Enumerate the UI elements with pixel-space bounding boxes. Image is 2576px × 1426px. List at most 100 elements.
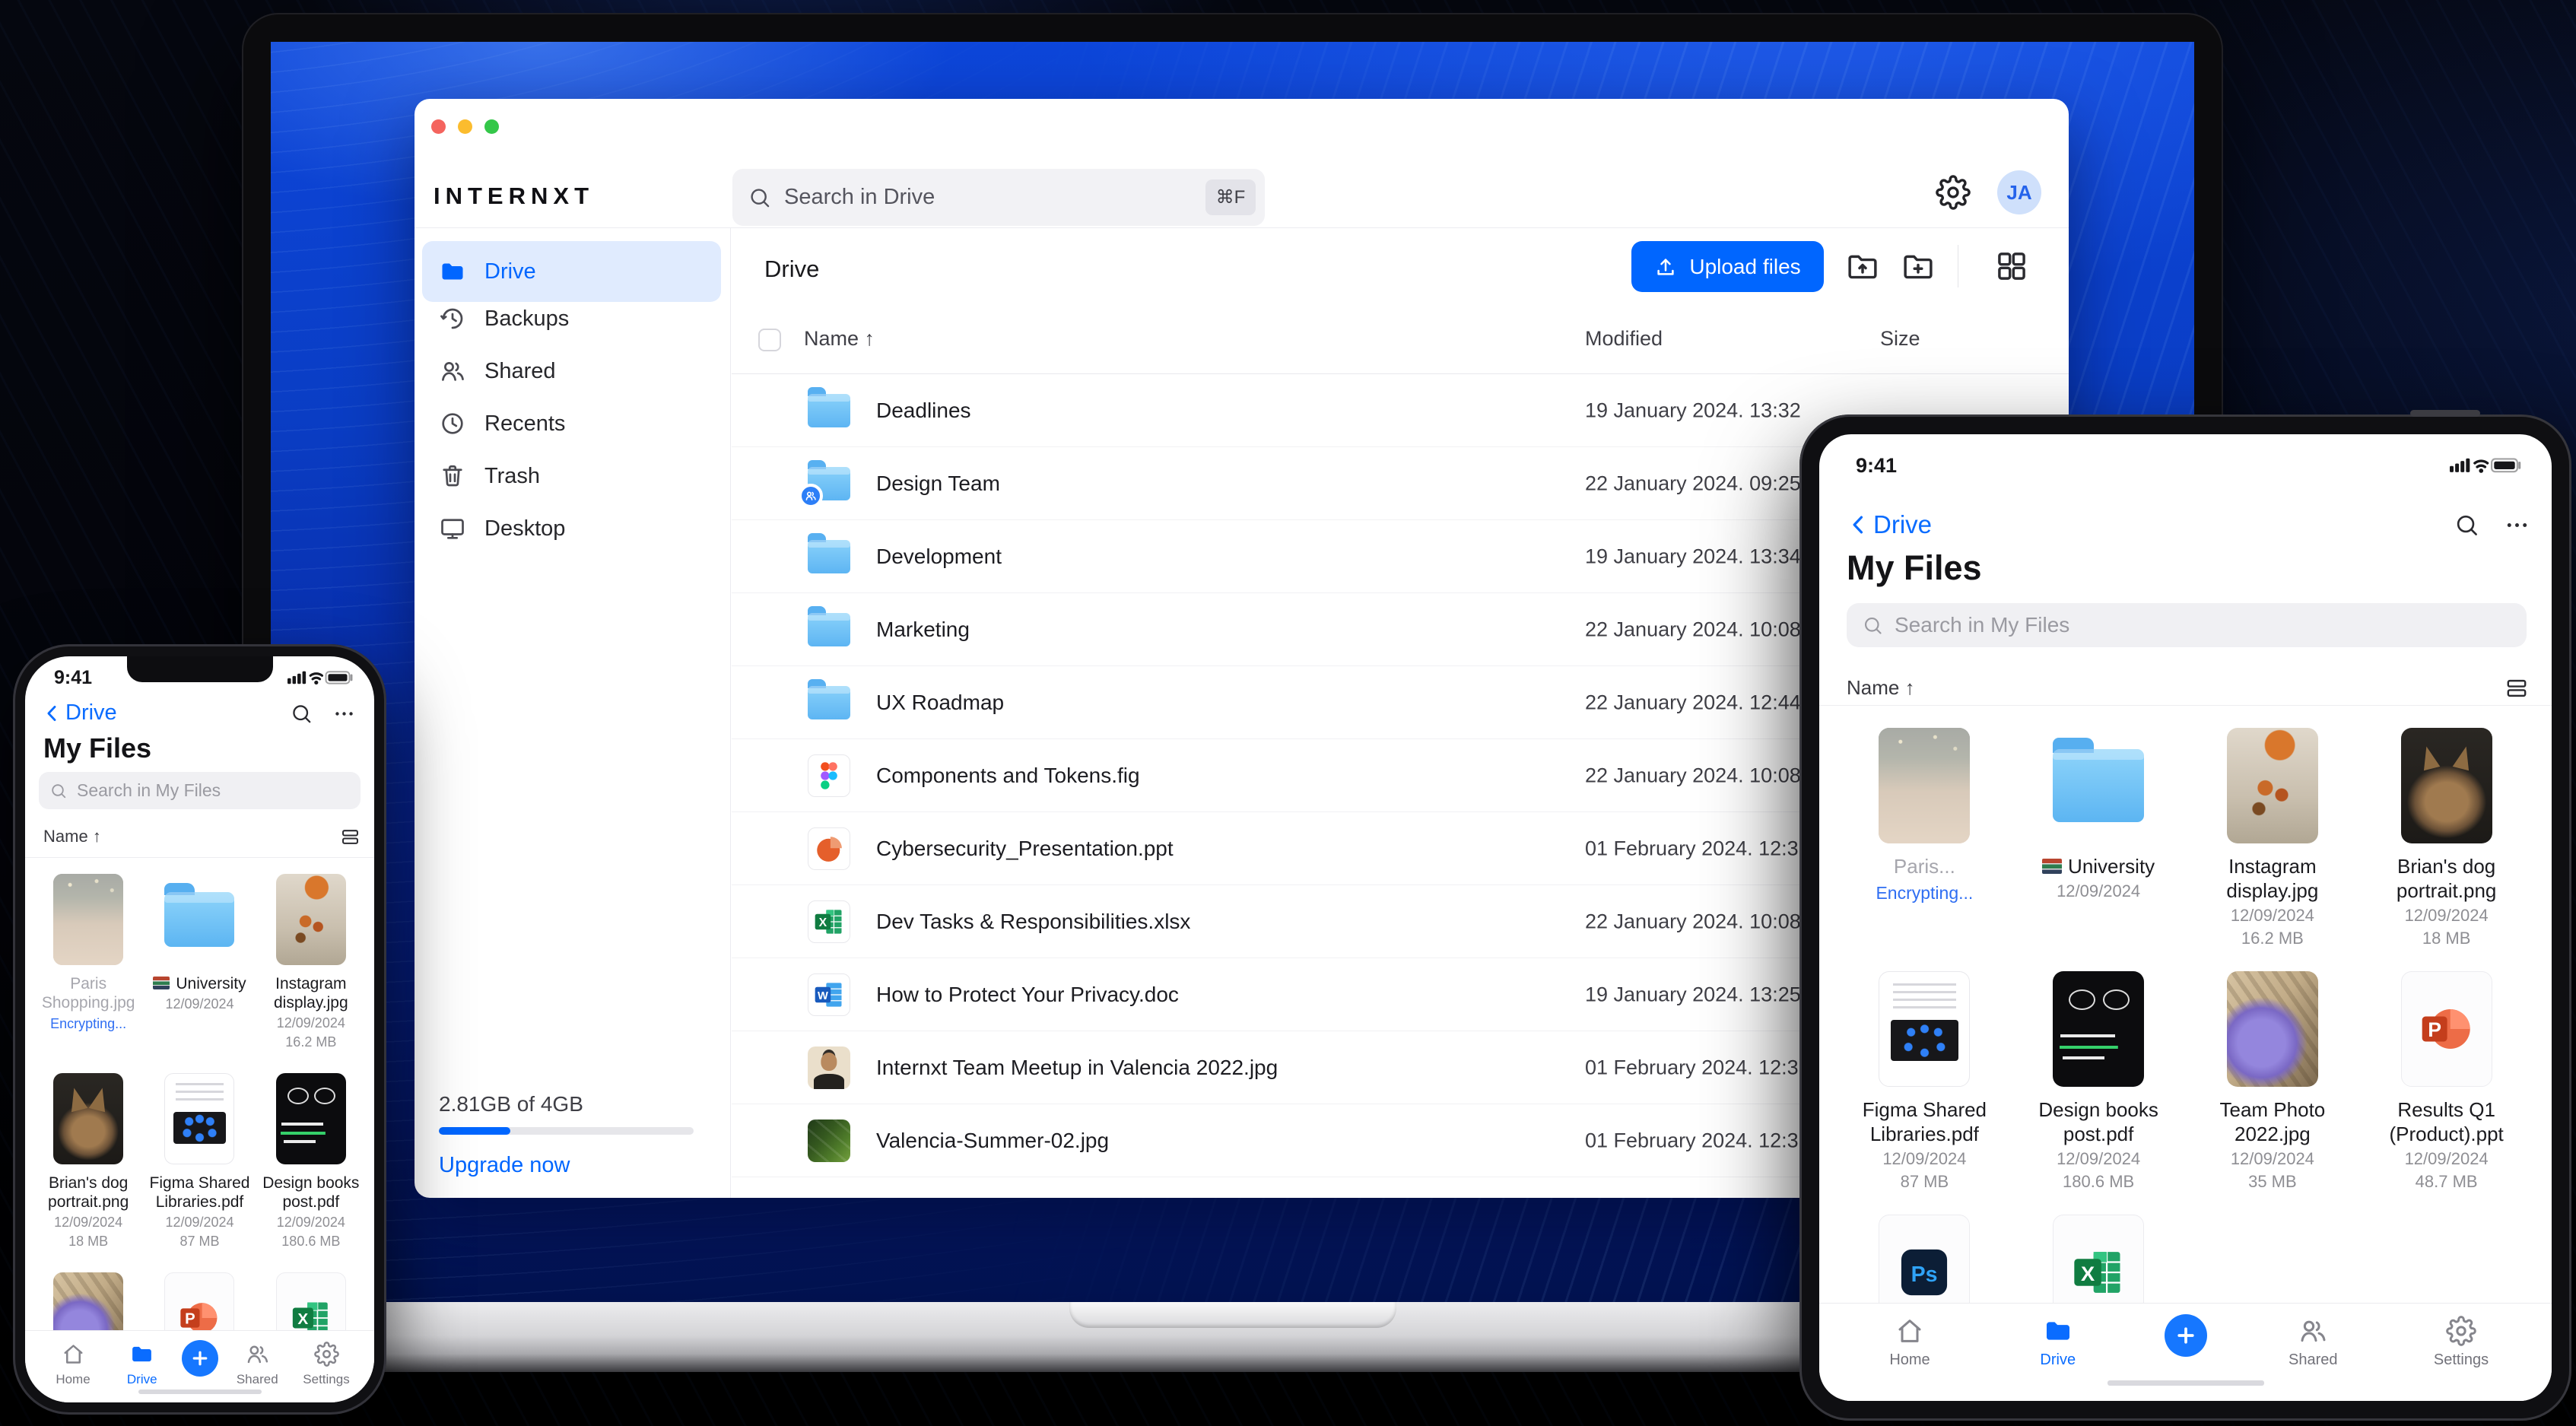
file-thumbnail-ppt-card[interactable]: P: [2400, 971, 2492, 1087]
grid-item-paris-shopping-jpg[interactable]: Paris Shopping.jpg Encrypting...: [33, 868, 144, 1067]
new-folder-icon[interactable]: [1901, 249, 1936, 284]
sidebar-item-desktop[interactable]: Desktop: [422, 503, 721, 554]
search-icon[interactable]: [2454, 512, 2480, 538]
tab-home[interactable]: Home: [43, 1342, 103, 1387]
tablet-tab-bar: Home Drive Shared Settings: [1819, 1303, 2552, 1401]
upgrade-now-link[interactable]: Upgrade now: [439, 1153, 694, 1178]
user-avatar[interactable]: JA: [1997, 170, 2041, 214]
window-traffic-lights[interactable]: [431, 119, 499, 134]
column-header-size[interactable]: Size: [1880, 327, 1920, 351]
file-thumbnail-glasses[interactable]: [2053, 971, 2145, 1087]
phone-notch: [126, 656, 273, 682]
more-options-icon[interactable]: [2504, 512, 2530, 538]
file-thumbnail-folder[interactable]: [2053, 728, 2145, 843]
column-header-name[interactable]: Name ↑: [804, 327, 875, 351]
tab-settings[interactable]: Settings: [297, 1342, 356, 1387]
close-window-button[interactable]: [431, 119, 446, 134]
upload-files-button[interactable]: Upload files: [1631, 241, 1824, 292]
tab-shared[interactable]: Shared: [2271, 1316, 2355, 1369]
file-modified-date: 22 January 2024. 09:25: [1585, 472, 1801, 494]
file-date: 12/09/2024: [2404, 906, 2489, 925]
shared-icon: [245, 1342, 270, 1367]
file-date: 12/09/2024: [1882, 1149, 1967, 1168]
books-icon: [2042, 859, 2063, 874]
home-indicator[interactable]: [138, 1389, 262, 1394]
sort-row: Name ↑: [1847, 676, 2529, 707]
file-thumbnail-paris[interactable]: [1879, 728, 1971, 843]
tab-drive[interactable]: Drive: [2016, 1316, 2100, 1369]
file-thumbnail-dog[interactable]: [2400, 728, 2492, 843]
back-button[interactable]: Drive: [1847, 510, 1932, 539]
search-bar[interactable]: [39, 772, 361, 809]
grid-item-results-q1-product-ppt[interactable]: P Results Q1 (Product).ppt 12/09/2024 48.7 …: [2359, 962, 2533, 1205]
file-modified-date: 22 January 2024. 10:08: [1585, 910, 1801, 932]
tab-shared[interactable]: Shared: [227, 1342, 287, 1387]
search-input[interactable]: [1893, 612, 2511, 638]
svg-text:Ps: Ps: [1911, 1262, 1938, 1287]
sidebar-item-trash[interactable]: Trash: [422, 450, 721, 502]
sidebar-item-recents[interactable]: Recents: [422, 398, 721, 449]
sort-by-name[interactable]: Name ↑: [1847, 676, 1915, 699]
tab-label: Settings: [303, 1372, 350, 1386]
zoom-window-button[interactable]: [484, 119, 499, 134]
tab-home[interactable]: Home: [1868, 1316, 1952, 1369]
grid-item-design-books-post-pdf[interactable]: Design books post.pdf 12/09/2024 180.6 MB: [2012, 962, 2186, 1205]
grid-item-university[interactable]: University 12/09/2024: [2012, 719, 2186, 962]
home-indicator[interactable]: [2107, 1380, 2264, 1386]
grid-item-figma-shared-libraries-pdf[interactable]: Figma Shared Libraries.pdf 12/09/2024 87 M…: [1838, 962, 2012, 1205]
grid-item-brian-s-dog-portrait-png[interactable]: Brian's dog portrait.png 12/09/2024 18 MB: [33, 1067, 144, 1266]
search-bar[interactable]: [1847, 603, 2527, 647]
list-view-icon[interactable]: [2505, 676, 2529, 700]
file-name: Deadlines: [876, 398, 971, 422]
grid-view-icon[interactable]: [1994, 249, 2029, 284]
file-thumbnail-paris[interactable]: [53, 874, 124, 965]
add-button[interactable]: [2164, 1314, 2207, 1357]
upload-folder-icon[interactable]: [1845, 249, 1880, 284]
drive-search-input[interactable]: [783, 184, 1199, 211]
file-date: 12/09/2024: [165, 996, 234, 1012]
page-title: My Files: [43, 732, 152, 764]
file-thumbnail-folder[interactable]: [164, 874, 235, 965]
search-icon[interactable]: [290, 702, 313, 726]
grid-item-university[interactable]: University 12/09/2024: [144, 868, 255, 1067]
more-options-icon[interactable]: [332, 702, 356, 726]
grid-item-paris[interactable]: Paris... Encrypting...: [1838, 719, 2012, 962]
grid-item-instagram-display-jpg[interactable]: Instagram display.jpg 12/09/2024 16.2 MB: [256, 868, 367, 1067]
file-thumbnail-dog[interactable]: [53, 1073, 124, 1164]
grid-item-brian-s-dog-portrait-png[interactable]: Brian's dog portrait.png 12/09/2024 18 MB: [2359, 719, 2533, 962]
phone-device: 9:41 Drive My Files Name ↑: [13, 644, 386, 1415]
grid-item-team-photo-2022-jpg[interactable]: Team Photo 2022.jpg 12/09/2024 35 MB: [2186, 962, 2360, 1205]
minimize-window-button[interactable]: [458, 119, 472, 134]
drive-search-bar[interactable]: ⌘F: [732, 169, 1265, 226]
folder-icon: [2053, 738, 2145, 822]
settings-icon: [313, 1342, 339, 1367]
file-date: 12/09/2024: [2057, 881, 2141, 900]
file-date: 12/09/2024: [276, 1215, 345, 1230]
select-all-checkbox[interactable]: [758, 329, 781, 351]
search-input[interactable]: [75, 780, 350, 802]
settings-gear-icon[interactable]: [1936, 175, 1971, 210]
file-thumbnail-instagram[interactable]: [2226, 728, 2318, 843]
file-thumbnail-figdoc[interactable]: [164, 1073, 235, 1164]
file-thumbnail-glasses[interactable]: [275, 1073, 346, 1164]
home-icon: [61, 1342, 86, 1367]
add-button[interactable]: [181, 1340, 218, 1377]
sidebar-item-backups[interactable]: Backups: [422, 293, 721, 345]
grid-item-design-books-post-pdf[interactable]: Design books post.pdf 12/09/2024 180.6 MB: [256, 1067, 367, 1266]
file-thumbnail-dome[interactable]: [2226, 971, 2318, 1087]
backups-icon: [439, 305, 466, 332]
desktop-icon: [439, 515, 466, 542]
tab-drive[interactable]: Drive: [113, 1342, 172, 1387]
file-thumbnail-instagram[interactable]: [275, 874, 346, 965]
file-date: 12/09/2024: [54, 1215, 123, 1230]
list-view-icon[interactable]: [340, 827, 361, 847]
grid-item-figma-shared-libraries-pdf[interactable]: Figma Shared Libraries.pdf 12/09/2024 87 M…: [144, 1067, 255, 1266]
file-thumbnail-figdoc[interactable]: [1879, 971, 1971, 1087]
settings-icon: [2446, 1316, 2476, 1346]
back-button[interactable]: Drive: [42, 700, 117, 726]
sort-by-name[interactable]: Name ↑: [43, 827, 101, 846]
grid-item-instagram-display-jpg[interactable]: Instagram display.jpg 12/09/2024 16.2 MB: [2186, 719, 2360, 962]
divider: [25, 857, 374, 858]
sidebar-item-shared[interactable]: Shared: [422, 345, 721, 397]
tab-settings[interactable]: Settings: [2419, 1316, 2503, 1369]
